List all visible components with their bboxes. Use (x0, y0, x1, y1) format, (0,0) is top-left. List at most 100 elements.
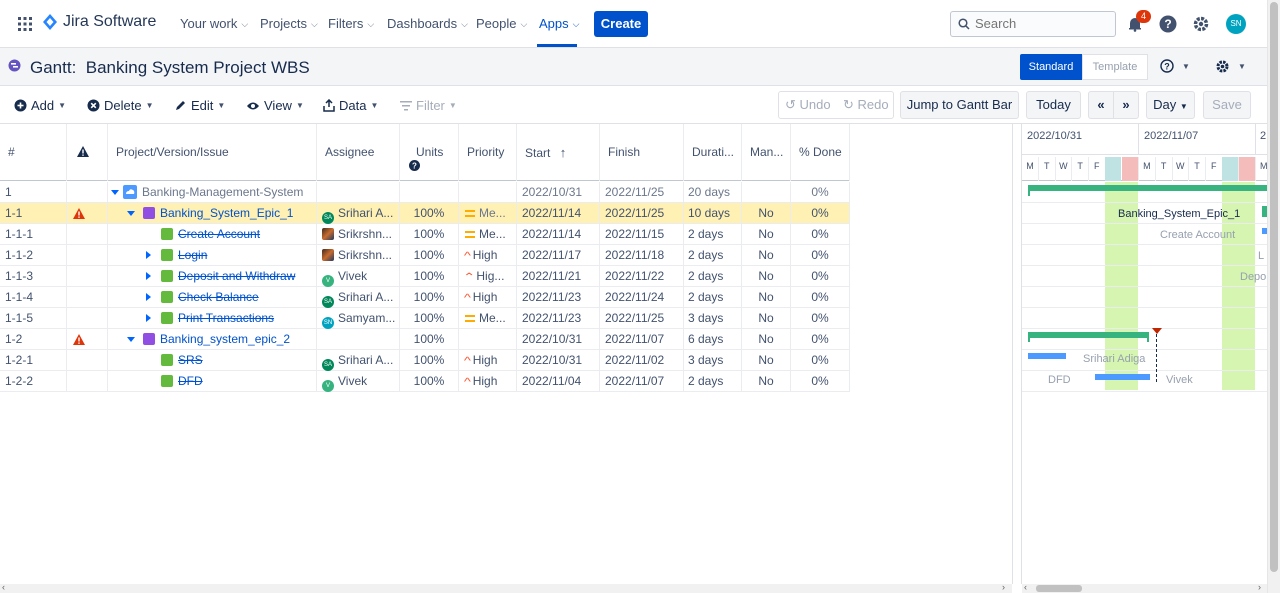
vertical-scrollbar-thumb[interactable] (1270, 2, 1278, 572)
table-row[interactable]: 1 Banking-Management-System 2022/10/31 2… (0, 182, 850, 203)
row-assignee-name: Srikrshn... (338, 227, 393, 241)
task-bar-srs[interactable] (1028, 353, 1066, 359)
edit-menu-button[interactable]: Edit ▼ (174, 98, 225, 113)
delete-menu-button[interactable]: Delete ▼ (87, 98, 154, 113)
row-name-link[interactable]: Create Account (178, 224, 260, 244)
row-name-link[interactable]: SRS (178, 350, 203, 370)
table-row[interactable]: 1-1-4 Check Balance SA Srihari A... 100% … (0, 287, 850, 308)
warning-triangle-icon[interactable] (73, 208, 85, 219)
grid-horizontal-scrollbar[interactable]: ‹ › (0, 582, 1012, 593)
search-input[interactable] (975, 16, 1105, 31)
row-start: 2022/11/23 (517, 287, 600, 308)
today-button[interactable]: Today (1026, 91, 1081, 119)
nav-projects[interactable]: Projects ⌵ (260, 16, 318, 31)
col-header-start[interactable]: Start ↑ (517, 124, 600, 181)
row-name-link[interactable]: Banking_System_Epic_1 (160, 203, 293, 223)
standard-view-button[interactable]: Standard (1020, 54, 1082, 80)
scroll-left-arrow-icon[interactable]: ‹ (2, 582, 5, 592)
search-box[interactable] (950, 11, 1116, 37)
gantt-horizontal-scrollbar[interactable]: ‹ › (1022, 582, 1267, 593)
panel-splitter[interactable] (1012, 124, 1022, 584)
jump-to-gantt-bar-button[interactable]: Jump to Gantt Bar (900, 91, 1019, 119)
question-circle-icon[interactable]: ? (409, 160, 420, 171)
settings-gear-icon[interactable] (1192, 15, 1210, 33)
table-row[interactable]: 1-1-2 Login Srikrshn... 100% ^ High 2022/… (0, 245, 850, 266)
collapse-arrow-icon[interactable] (111, 182, 119, 202)
nav-people[interactable]: People ⌵ (476, 16, 527, 31)
scroll-right-arrow-icon[interactable]: › (1002, 582, 1005, 592)
warning-triangle-icon[interactable] (73, 334, 85, 345)
create-button[interactable]: Create (594, 11, 648, 37)
expand-arrow-icon[interactable] (146, 287, 151, 307)
week-divider (1138, 124, 1139, 154)
help-icon[interactable]: ? (1159, 15, 1177, 33)
nav-dashboards[interactable]: Dashboards ⌵ (387, 16, 468, 31)
scroll-forward-button[interactable]: » (1113, 91, 1139, 119)
delete-label: Delete (104, 98, 142, 113)
col-header-assignee[interactable]: Assignee (317, 124, 400, 181)
app-switcher-icon[interactable] (17, 16, 33, 32)
zoom-level-select[interactable]: Day ▼ (1146, 91, 1195, 119)
col-header-manual[interactable]: Man... (742, 124, 791, 181)
row-name-link[interactable]: Print Transactions (178, 308, 274, 328)
nav-filters[interactable]: Filters ⌵ (328, 16, 374, 31)
vertical-scrollbar[interactable] (1267, 0, 1280, 593)
row-name-link[interactable]: Login (178, 245, 207, 265)
collapse-arrow-icon[interactable] (127, 329, 135, 349)
undo-button[interactable]: ↺ Undo (785, 92, 831, 118)
gantt-scrollbar-thumb[interactable] (1036, 585, 1082, 592)
user-avatar[interactable]: SN (1226, 14, 1246, 34)
col-header-duration[interactable]: Durati... (684, 124, 742, 181)
row-name-label[interactable]: Banking-Management-System (142, 182, 303, 202)
col-header-done[interactable]: % Done (791, 124, 850, 181)
nav-your-work[interactable]: Your work ⌵ (180, 16, 248, 31)
priority-medium-icon (465, 210, 475, 217)
nav-apps[interactable]: Apps ⌵ (539, 16, 579, 31)
row-name: SRS (108, 350, 317, 371)
row-name-link[interactable]: DFD (178, 371, 203, 391)
add-menu-button[interactable]: Add ▼ (14, 98, 66, 113)
scroll-left-arrow-icon[interactable]: ‹ (1024, 582, 1027, 592)
gantt-settings-button[interactable]: ▼ (1215, 59, 1246, 74)
table-row[interactable]: 1-2 Banking_system_epic_2 100% 2022/10/3… (0, 329, 850, 350)
help-menu-button[interactable]: ? ▼ (1160, 59, 1190, 73)
col-header-priority[interactable]: Priority (459, 124, 517, 181)
table-row[interactable]: 1-1-1 Create Account Srikrshn... 100% Me… (0, 224, 850, 245)
expand-arrow-icon[interactable] (146, 266, 151, 286)
task-bar-dfd[interactable] (1095, 374, 1150, 380)
row-name-link[interactable]: Deposit and Withdraw (178, 266, 295, 286)
data-menu-button[interactable]: Data ▼ (323, 98, 378, 113)
row-duration: 2 days (684, 266, 742, 287)
col-header-units[interactable]: Units ? (400, 124, 459, 181)
table-row[interactable]: 1-1-3 Deposit and Withdraw V Vivek 100% ⌃… (0, 266, 850, 287)
jira-logo[interactable]: Jira Software (42, 13, 156, 31)
scroll-right-arrow-icon[interactable]: › (1258, 582, 1261, 592)
template-view-button[interactable]: Template (1082, 54, 1148, 80)
collapse-arrow-icon[interactable] (127, 203, 135, 223)
save-button[interactable]: Save (1203, 91, 1251, 119)
col-header-warning[interactable] (67, 124, 108, 181)
scroll-back-button[interactable]: « (1088, 91, 1114, 119)
row-units: 100% (400, 350, 459, 371)
row-priority-label: High (472, 290, 498, 304)
summary-bar-epic2[interactable] (1028, 332, 1149, 338)
row-name-link[interactable]: Check Balance (178, 287, 259, 307)
table-row[interactable]: 1-1-5 Print Transactions SN Samyam... 100… (0, 308, 850, 329)
col-header-number[interactable]: # (0, 124, 67, 181)
table-row[interactable]: 1-2-1 SRS SA Srihari A... 100% ^ High 2022… (0, 350, 850, 371)
nav-apps-active-underline (537, 44, 577, 47)
redo-button[interactable]: ↻ Redo (843, 92, 889, 118)
view-menu-button[interactable]: View ▼ (246, 98, 304, 113)
expand-arrow-icon[interactable] (146, 245, 151, 265)
expand-arrow-icon[interactable] (146, 308, 151, 328)
filter-menu-button[interactable]: Filter ▼ (400, 98, 457, 113)
summary-bar-project[interactable] (1028, 185, 1267, 191)
row-assignee-name: Srihari A... (338, 353, 394, 367)
col-header-finish[interactable]: Finish (600, 124, 684, 181)
day-label: F (1089, 157, 1106, 181)
row-name-link[interactable]: Banking_system_epic_2 (160, 329, 290, 349)
col-header-project[interactable]: Project/Version/Issue (108, 124, 317, 181)
row-id: 1-1-2 (0, 245, 67, 266)
table-row[interactable]: 1-1 Banking_System_Epic_1 SA Srihari A...… (0, 203, 850, 224)
table-row[interactable]: 1-2-2 DFD V Vivek 100% ^ High 2022/11/04 2… (0, 371, 850, 392)
